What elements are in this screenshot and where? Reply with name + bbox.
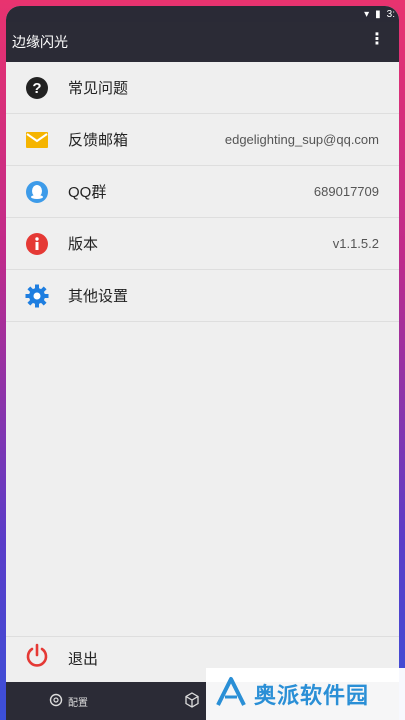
nav-config[interactable]: 配置: [48, 692, 88, 711]
svg-text:?: ?: [32, 80, 41, 97]
menu-item-label: 版本: [68, 236, 99, 253]
exit-label: 退出: [68, 651, 99, 668]
settings-list: ? 常见问题 反馈邮箱 edgelighting_sup@qq.com QQ群 …: [6, 62, 399, 322]
app-bar: 边缘闪光 ⋮: [6, 22, 399, 62]
config-gear-icon: [48, 692, 64, 711]
device-frame: ▾ ▮ 3: 边缘闪光 ⋮ ? 常见问题 反馈邮箱 edgelighting_s…: [0, 0, 405, 720]
app-title: 边缘闪光: [12, 34, 68, 50]
menu-item-label: 常见问题: [68, 80, 129, 97]
menu-item-feedback-email[interactable]: 反馈邮箱 edgelighting_sup@qq.com: [6, 114, 399, 166]
screen: ▾ ▮ 3: 边缘闪光 ⋮ ? 常见问题 反馈邮箱 edgelighting_s…: [6, 6, 399, 720]
menu-item-other-settings[interactable]: 其他设置: [6, 270, 399, 322]
feedback-email-value: edgelighting_sup@qq.com: [224, 132, 379, 147]
watermark-logo: 奥派软件园: [206, 668, 405, 720]
status-bar: ▾ ▮ 3:: [6, 6, 399, 22]
info-icon: [24, 231, 50, 257]
power-icon: [24, 643, 50, 674]
status-time: 3:: [386, 8, 395, 20]
qq-group-value: 689017709: [313, 184, 379, 199]
mail-icon: [24, 127, 50, 153]
cube-icon: [184, 691, 200, 711]
menu-item-label: QQ群: [68, 184, 107, 201]
wifi-icon: ▾: [364, 8, 370, 20]
menu-item-label: 反馈邮箱: [68, 132, 129, 149]
help-circle-icon: ?: [24, 75, 50, 101]
watermark-text: 奥派软件园: [254, 683, 370, 708]
nav-config-label: 配置: [68, 697, 88, 709]
menu-item-label: 其他设置: [68, 288, 129, 305]
menu-item-version[interactable]: 版本 v1.1.5.2: [6, 218, 399, 270]
menu-item-faq[interactable]: ? 常见问题: [6, 62, 399, 114]
version-value: v1.1.5.2: [332, 236, 379, 251]
nav-second[interactable]: [184, 691, 200, 711]
battery-icon: ▮: [375, 8, 381, 20]
gear-icon: [24, 283, 50, 309]
menu-item-qq-group[interactable]: QQ群 689017709: [6, 166, 399, 218]
more-vert-icon[interactable]: ⋮: [369, 32, 385, 48]
qq-icon: [24, 179, 50, 205]
watermark-a-icon: [214, 675, 248, 714]
